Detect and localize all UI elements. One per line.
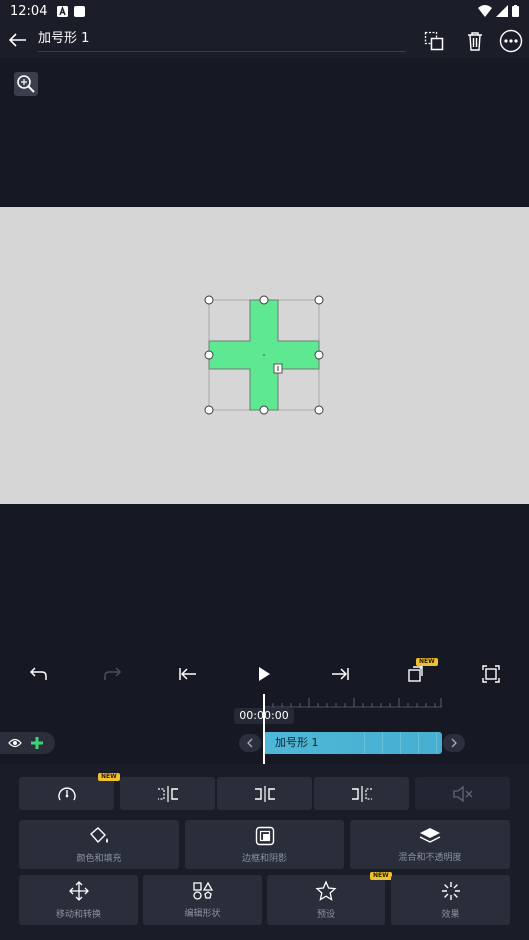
undo-button[interactable] [25, 662, 51, 686]
eye-icon[interactable] [8, 738, 22, 748]
skip-end-icon [332, 668, 349, 680]
resize-handle-bottom[interactable] [259, 405, 269, 415]
back-button[interactable] [0, 22, 36, 58]
resize-handle-bottom-right[interactable] [314, 405, 324, 415]
shape-clip[interactable]: 加号形 1 [264, 732, 442, 754]
color-fill-label: 颜色和填充 [76, 853, 122, 864]
border-shadow-label: 边框和阴影 [241, 853, 287, 864]
jump-to-end-button[interactable] [327, 662, 353, 686]
resize-handle-right[interactable] [314, 350, 324, 360]
delete-button[interactable] [462, 28, 488, 54]
edit-shape-button[interactable]: 编辑形状 [143, 875, 262, 925]
border-shadow-button[interactable]: 边框和阴影 [185, 820, 344, 869]
layer-name-field[interactable]: 加号形 1 [38, 28, 406, 52]
resize-handle-top-left[interactable] [204, 295, 214, 305]
split-center-icon [254, 785, 275, 802]
more-horizontal-icon [499, 29, 523, 53]
clip-next-button[interactable] [443, 734, 465, 752]
arrow-left-icon [9, 33, 26, 47]
preview-background-top [0, 58, 529, 207]
new-badge: NEW [416, 658, 438, 666]
top-toolbar: 加号形 1 [0, 22, 529, 58]
move-transform-label: 移动和转换 [55, 910, 101, 920]
border-shadow-icon [255, 826, 274, 845]
undo-icon [29, 667, 47, 680]
edit-shape-label: 编辑形状 [184, 909, 221, 919]
timeline-ruler [264, 698, 442, 708]
transform-button[interactable]: NEW [403, 658, 438, 686]
redo-icon [104, 667, 122, 680]
rotate-square-icon [408, 664, 423, 682]
duplicate-button[interactable] [421, 28, 447, 54]
redo-button[interactable] [100, 662, 126, 686]
resize-handle-top[interactable] [259, 295, 269, 305]
sparkle-icon [441, 882, 460, 900]
move-transform-button[interactable]: 移动和转换 [19, 875, 138, 925]
resize-handle-left[interactable] [204, 350, 214, 360]
status-bar: 12:04 [0, 0, 529, 22]
trash-icon [468, 32, 482, 51]
tools-panel: NEW 颜色和填充 边框和阴影 混合和不透明度 移动和转换 编辑形状 预设 NE… [0, 764, 529, 940]
effects-button[interactable]: 效果 [391, 875, 510, 925]
presets-label: 预设 [316, 910, 335, 920]
skip-start-icon [179, 668, 196, 680]
shape-center-point [263, 354, 265, 356]
chevron-left-icon [247, 738, 253, 748]
notification-square-icon [74, 5, 86, 17]
zoom-button[interactable] [14, 72, 38, 96]
signal-icon [496, 5, 508, 17]
split-left-icon [157, 785, 178, 802]
project-canvas[interactable] [0, 207, 529, 504]
fit-screen-button[interactable] [478, 662, 504, 686]
fullscreen-icon [482, 665, 500, 683]
resize-handle-bottom-left[interactable] [204, 405, 214, 415]
jump-to-start-button[interactable] [175, 662, 201, 686]
status-time: 12:04 [10, 3, 48, 19]
blend-opacity-label: 混合和不透明度 [398, 852, 462, 863]
move-icon [68, 881, 89, 901]
speed-button[interactable]: NEW [19, 773, 120, 810]
resize-handle-top-right[interactable] [314, 295, 324, 305]
timeline[interactable]: 00:00:00 加号形 1 [0, 694, 529, 764]
color-fill-button[interactable]: 颜色和填充 [19, 820, 179, 869]
transport-bar: NEW [0, 654, 529, 694]
mute-button[interactable] [415, 777, 510, 810]
more-options-button[interactable] [498, 28, 524, 54]
new-badge: NEW [98, 773, 120, 781]
zoom-icon [17, 75, 35, 93]
battery-icon [512, 5, 519, 17]
add-layer-icon[interactable] [30, 736, 44, 750]
split-left-button[interactable] [120, 777, 215, 810]
canvas-drawing [204, 295, 324, 415]
shapes-icon [192, 881, 213, 900]
split-right-button[interactable] [314, 777, 409, 810]
clip-prev-button[interactable] [239, 734, 261, 752]
app-root: 12:04 加号形 1 NEW 加号形 1 NEW 颜色和填充 边框和阴影 混合… [0, 0, 529, 940]
wifi-icon [478, 5, 492, 17]
duplicate-icon [424, 31, 444, 51]
star-icon [315, 880, 337, 901]
speedometer-icon [57, 787, 76, 800]
effects-label: 效果 [441, 910, 460, 920]
play-icon [259, 667, 270, 681]
split-right-icon [351, 785, 372, 802]
play-button[interactable] [251, 662, 277, 686]
preview-background-bottom [0, 504, 529, 654]
clip-label: 加号形 1 [275, 736, 319, 749]
paint-bucket-icon [90, 826, 108, 843]
split-center-button[interactable] [217, 777, 312, 810]
blend-opacity-button[interactable]: 混合和不透明度 [350, 820, 510, 869]
mute-icon [452, 785, 472, 802]
new-badge: NEW [370, 872, 392, 880]
notification-a-icon [57, 5, 69, 17]
playhead[interactable] [263, 694, 265, 764]
presets-button[interactable]: 预设 NEW [267, 872, 392, 925]
layers-icon [419, 827, 441, 843]
chevron-right-icon [451, 738, 457, 748]
layer-visibility-controls [0, 732, 55, 754]
